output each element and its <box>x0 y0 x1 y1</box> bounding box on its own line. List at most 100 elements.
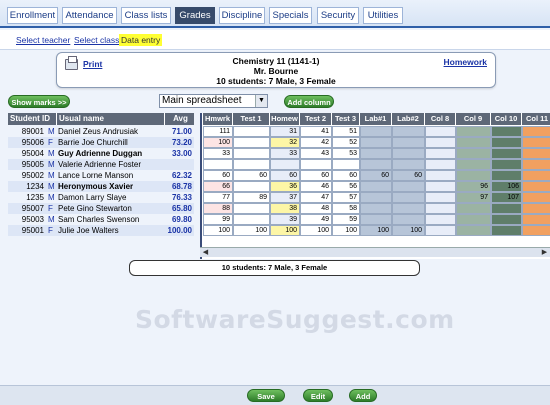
mark-column-header[interactable]: Lab#1 <box>360 113 392 125</box>
mark-cell[interactable]: 39 <box>270 214 300 225</box>
tab-enrollment[interactable]: Enrollment <box>7 7 58 24</box>
mark-column-header[interactable]: Test 2 <box>300 113 332 125</box>
mark-cell[interactable] <box>425 126 456 137</box>
select-class-link[interactable]: Select class <box>72 34 121 46</box>
mark-cell[interactable] <box>522 181 550 192</box>
tab-attendance[interactable]: Attendance <box>62 7 117 24</box>
mark-cell[interactable]: 100 <box>203 137 233 148</box>
view-select[interactable]: Main spreadsheet ▼ <box>159 94 268 108</box>
header-avg[interactable]: Avg <box>164 113 194 125</box>
student-row[interactable]: 95006 F Barrie Joe Churchill 73.20 <box>8 137 194 148</box>
header-usual-name[interactable]: Usual name <box>56 113 164 125</box>
student-row[interactable]: 89001 M Daniel Zeus Andrusiak 71.00 <box>8 126 194 137</box>
mark-cell[interactable]: 100 <box>360 225 392 236</box>
mark-cell[interactable]: 97 <box>456 192 491 203</box>
mark-cell[interactable]: 53 <box>332 148 360 159</box>
mark-column-header[interactable]: Hmwrk <box>203 113 233 125</box>
mark-cell[interactable] <box>456 214 491 225</box>
mark-cell[interactable] <box>456 170 491 181</box>
mark-cell[interactable] <box>233 159 270 170</box>
chevron-down-icon[interactable]: ▼ <box>255 95 267 107</box>
mark-cell[interactable] <box>456 148 491 159</box>
mark-cell[interactable]: 36 <box>270 181 300 192</box>
horizontal-scrollbar[interactable]: ◀ ▶ <box>200 247 550 257</box>
mark-cell[interactable] <box>491 148 522 159</box>
mark-cell[interactable]: 100 <box>270 225 300 236</box>
mark-cell[interactable]: 56 <box>332 181 360 192</box>
mark-cell[interactable] <box>233 137 270 148</box>
tab-utilities[interactable]: Utilities <box>363 7 403 24</box>
mark-cell[interactable] <box>392 192 425 203</box>
mark-cell[interactable] <box>360 148 392 159</box>
mark-cell[interactable] <box>522 203 550 214</box>
select-teacher-link[interactable]: Select teacher <box>14 34 72 46</box>
mark-cell[interactable] <box>425 181 456 192</box>
mark-cell[interactable] <box>233 203 270 214</box>
mark-cell[interactable]: 99 <box>203 214 233 225</box>
mark-cell[interactable] <box>425 203 456 214</box>
mark-cell[interactable]: 100 <box>392 225 425 236</box>
mark-cell[interactable] <box>360 159 392 170</box>
mark-column-header[interactable]: Lab#2 <box>392 113 425 125</box>
student-row[interactable]: 95003 M Sam Charles Swenson 69.80 <box>8 214 194 225</box>
tab-class-lists[interactable]: Class lists <box>121 7 171 24</box>
mark-cell[interactable] <box>360 192 392 203</box>
student-row[interactable]: 95004 M Guy Adrienne Duggan 33.00 <box>8 148 194 159</box>
mark-cell[interactable] <box>233 148 270 159</box>
mark-cell[interactable] <box>522 148 550 159</box>
mark-cell[interactable] <box>360 203 392 214</box>
mark-cell[interactable]: 60 <box>332 170 360 181</box>
mark-cell[interactable] <box>425 137 456 148</box>
mark-cell[interactable]: 31 <box>270 126 300 137</box>
mark-cell[interactable] <box>203 159 233 170</box>
mark-cell[interactable] <box>360 126 392 137</box>
mark-cell[interactable] <box>270 159 300 170</box>
tab-discipline[interactable]: Discipline <box>219 7 265 24</box>
student-row[interactable]: 95007 F Pete Gino Stewarton 65.80 <box>8 203 194 214</box>
mark-cell[interactable]: 100 <box>203 225 233 236</box>
student-row[interactable]: 95001 F Julie Joe Walters 100.00 <box>8 225 194 236</box>
tab-security[interactable]: Security <box>317 7 359 24</box>
tab-specials[interactable]: Specials <box>269 7 312 24</box>
mark-cell[interactable] <box>522 225 550 236</box>
mark-cell[interactable] <box>456 159 491 170</box>
mark-cell[interactable] <box>456 137 491 148</box>
mark-column-header[interactable]: Col 8 <box>425 113 456 125</box>
student-row[interactable]: 95005 M Valerie Adrienne Foster <box>8 159 194 170</box>
mark-cell[interactable]: 51 <box>332 126 360 137</box>
mark-cell[interactable]: 88 <box>203 203 233 214</box>
mark-cell[interactable]: 60 <box>392 170 425 181</box>
mark-cell[interactable]: 33 <box>203 148 233 159</box>
show-marks-button[interactable]: Show marks >> <box>8 95 70 108</box>
mark-cell[interactable]: 96 <box>456 181 491 192</box>
mark-cell[interactable] <box>233 126 270 137</box>
mark-cell[interactable] <box>392 203 425 214</box>
mark-cell[interactable]: 42 <box>300 137 332 148</box>
mark-cell[interactable] <box>522 159 550 170</box>
mark-cell[interactable] <box>392 214 425 225</box>
mark-cell[interactable]: 111 <box>203 126 233 137</box>
mark-cell[interactable]: 60 <box>360 170 392 181</box>
mark-cell[interactable]: 49 <box>300 214 332 225</box>
mark-cell[interactable] <box>392 126 425 137</box>
mark-cell[interactable]: 52 <box>332 137 360 148</box>
mark-cell[interactable] <box>425 214 456 225</box>
student-row[interactable]: 95002 M Lance Lorne Manson 62.32 <box>8 170 194 181</box>
mark-cell[interactable] <box>300 159 332 170</box>
mark-cell[interactable]: 89 <box>233 192 270 203</box>
mark-cell[interactable] <box>392 148 425 159</box>
scroll-left-icon[interactable]: ◀ <box>201 248 210 257</box>
mark-cell[interactable] <box>491 126 522 137</box>
mark-cell[interactable] <box>425 192 456 203</box>
mark-cell[interactable] <box>456 126 491 137</box>
mark-cell[interactable] <box>360 137 392 148</box>
mark-cell[interactable] <box>491 225 522 236</box>
mark-cell[interactable]: 100 <box>233 225 270 236</box>
mark-cell[interactable]: 41 <box>300 126 332 137</box>
mark-cell[interactable] <box>491 203 522 214</box>
mark-cell[interactable] <box>425 148 456 159</box>
mark-cell[interactable] <box>332 159 360 170</box>
mark-cell[interactable]: 100 <box>332 225 360 236</box>
mark-cell[interactable]: 46 <box>300 181 332 192</box>
mark-cell[interactable]: 47 <box>300 192 332 203</box>
